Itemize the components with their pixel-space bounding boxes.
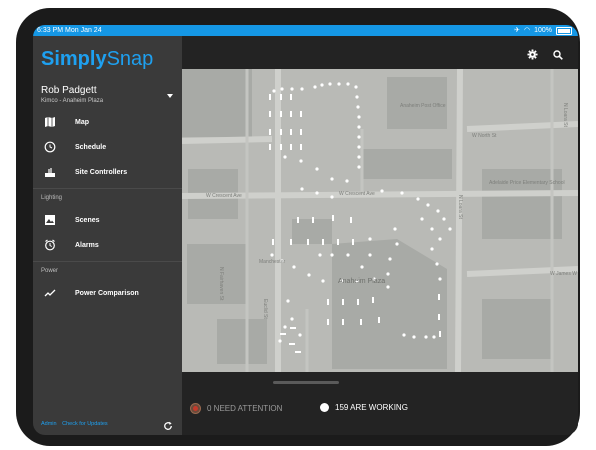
- divider: [33, 188, 182, 189]
- battery-percent: 100%: [534, 27, 552, 34]
- drag-handle[interactable]: [273, 381, 339, 384]
- attention-dot-icon: [190, 403, 201, 414]
- sidebar-footer: Admin Check for Updates: [41, 421, 112, 427]
- app-screen: 6:33 PM Mon Jan 24 ✈ ◠ 100% SimplySnap R…: [33, 25, 578, 435]
- top-toolbar: [182, 36, 578, 69]
- attention-label: 0 NEED ATTENTION: [207, 404, 283, 413]
- place-label: Anaheim Post Office: [400, 103, 446, 109]
- place-label: Adelaide Price Elementary School: [489, 180, 565, 186]
- street-label: N Loara St: [562, 103, 568, 128]
- working-dot-icon: [320, 403, 329, 412]
- map-canvas: N Loara St W North St W Crescent Ave W C…: [182, 69, 578, 372]
- alarm-icon: [43, 238, 57, 252]
- check-updates-link[interactable]: Check for Updates: [62, 421, 108, 427]
- image-icon: [43, 213, 57, 227]
- gear-icon[interactable]: [527, 47, 538, 60]
- working-label: 159 ARE WORKING: [335, 403, 408, 412]
- site-map[interactable]: N Loara St W North St W Crescent Ave W C…: [182, 69, 578, 372]
- sidebar-item-schedule[interactable]: Schedule: [33, 137, 182, 157]
- sidebar-item-site-controllers[interactable]: Site Controllers: [33, 162, 182, 182]
- app-logo: SimplySnap: [41, 48, 154, 70]
- status-right: ✈ ◠ 100%: [514, 25, 572, 36]
- sidebar-item-label: Map: [75, 118, 89, 126]
- chevron-down-icon[interactable]: [167, 94, 173, 98]
- section-title-lighting: Lighting: [41, 195, 63, 201]
- status-panel: 0 NEED ATTENTION 159 ARE WORKING: [182, 372, 578, 435]
- street-label: W Crescent Ave: [206, 193, 242, 199]
- working-status[interactable]: 159 ARE WORKING: [320, 403, 408, 412]
- sidebar-item-label: Alarms: [75, 241, 99, 249]
- sidebar-item-power-comparison[interactable]: Power Comparison: [33, 283, 182, 303]
- divider: [33, 261, 182, 262]
- sidebar-item-map[interactable]: Map: [33, 112, 182, 132]
- sidebar-item-label: Scenes: [75, 216, 100, 224]
- site-name: Kimco - Anaheim Plaza: [41, 98, 104, 104]
- sidebar-item-alarms[interactable]: Alarms: [33, 235, 182, 255]
- sidebar-item-label: Power Comparison: [75, 289, 139, 297]
- status-bar: 6:33 PM Mon Jan 24 ✈ ◠ 100%: [33, 25, 578, 36]
- refresh-icon[interactable]: [163, 418, 173, 430]
- street-label: N Fairhaven St: [218, 267, 224, 301]
- user-name[interactable]: Rob Padgett: [41, 85, 97, 96]
- street-label: W James W: [550, 271, 577, 277]
- sidebar-item-scenes[interactable]: Scenes: [33, 210, 182, 230]
- street-label: N Loara St: [457, 195, 463, 220]
- airplane-icon: ✈: [514, 27, 520, 34]
- map-buildings: [182, 69, 562, 369]
- sidebar: SimplySnap Rob Padgett Kimco - Anaheim P…: [33, 36, 182, 435]
- status-time: 6:33 PM Mon Jan 24: [37, 27, 102, 34]
- place-label: Anaheim Plaza: [338, 278, 385, 285]
- street-label: Euclid St: [262, 299, 268, 319]
- section-title-power: Power: [41, 268, 59, 274]
- street-label: Manchester: [259, 259, 285, 265]
- sidebar-item-label: Schedule: [75, 143, 107, 151]
- street-label: W Crescent Ave: [339, 191, 375, 197]
- clock-icon: [43, 140, 57, 154]
- street-label: W North St: [472, 133, 497, 139]
- attention-status[interactable]: 0 NEED ATTENTION: [190, 403, 282, 414]
- trend-icon: [43, 286, 57, 300]
- search-icon[interactable]: [553, 47, 563, 60]
- battery-icon: [556, 26, 572, 35]
- controller-icon: [43, 165, 57, 179]
- wifi-icon: ◠: [523, 27, 531, 34]
- sidebar-item-label: Site Controllers: [75, 168, 128, 176]
- map-icon: [43, 115, 57, 129]
- admin-link[interactable]: Admin: [41, 421, 57, 427]
